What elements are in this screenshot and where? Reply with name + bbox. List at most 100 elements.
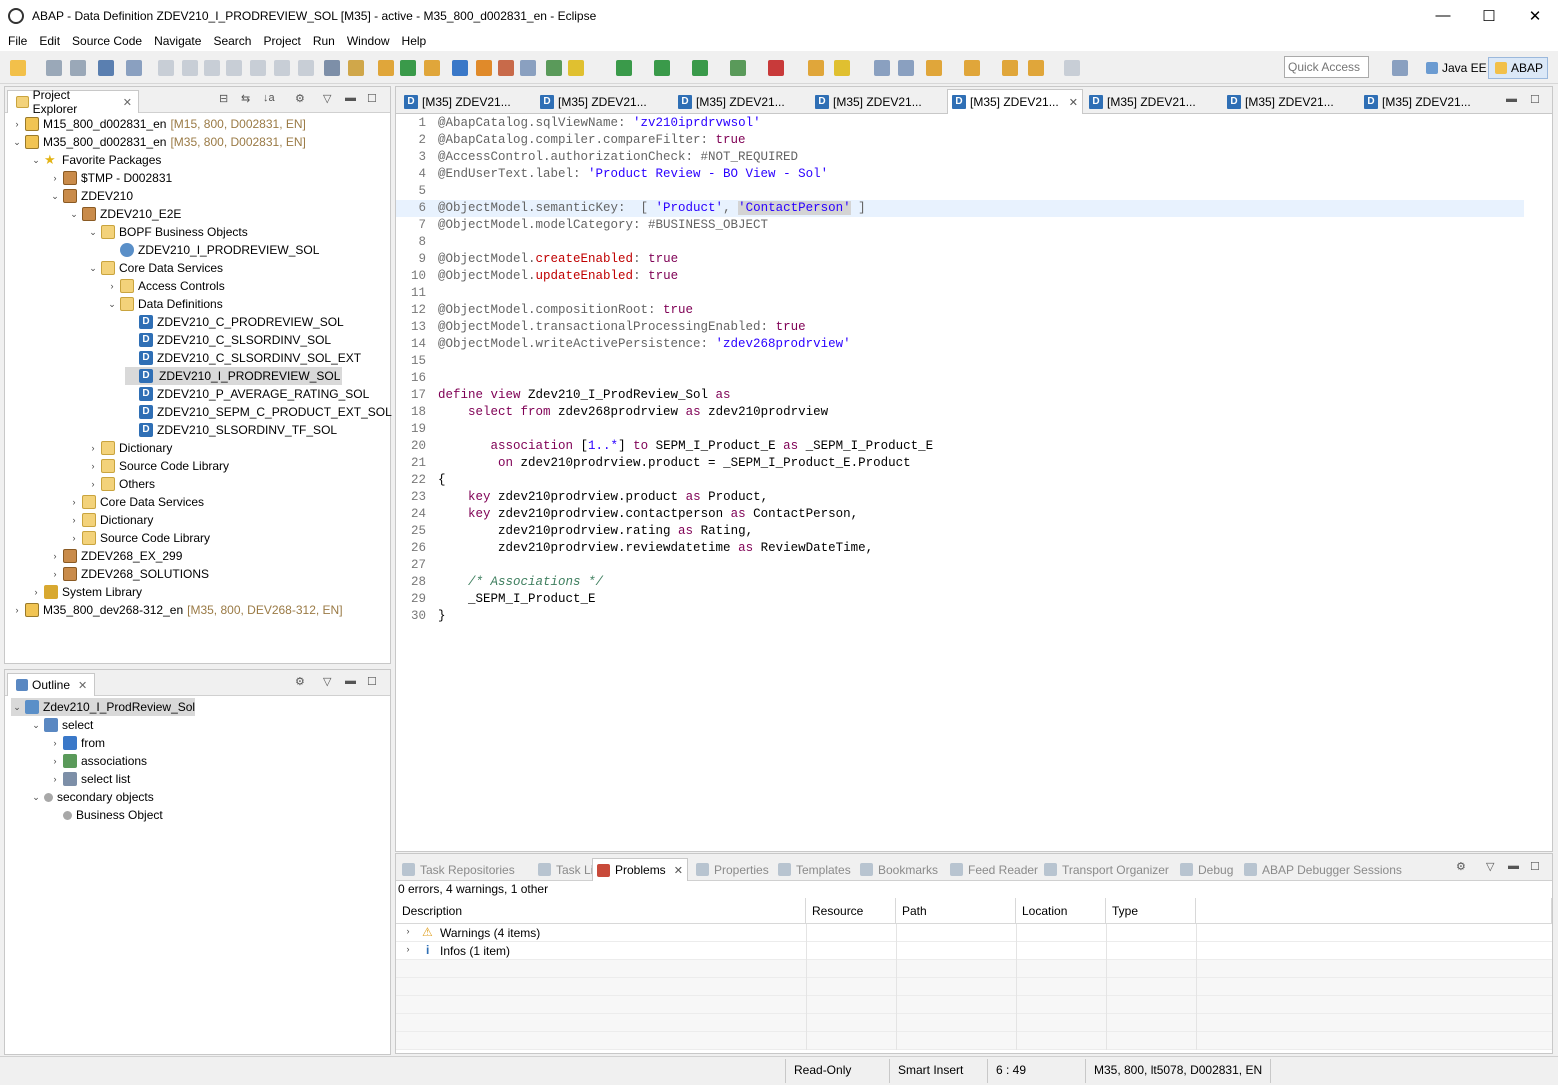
table-column-header[interactable]: Path [896, 898, 1016, 924]
abap-run-icon[interactable] [400, 60, 416, 76]
tools-icon[interactable] [348, 60, 364, 76]
forward-icon[interactable] [1064, 60, 1080, 76]
tree-item[interactable]: ZDEV210_I_PRODREVIEW_SOL [106, 241, 319, 259]
tree-item[interactable]: D ZDEV210_SLSORDINV_TF_SOL [125, 421, 337, 439]
bottom-tab[interactable]: Templates [774, 858, 855, 881]
bottom-tab[interactable]: Bookmarks [856, 858, 942, 881]
chevron-down-icon[interactable]: ▽ [323, 675, 331, 688]
minimize-view-icon[interactable]: ▬ [345, 92, 356, 104]
sort-icon[interactable]: ↓a [263, 92, 275, 104]
chevron-icon[interactable]: ⌄ [30, 720, 42, 731]
chevron-icon[interactable]: › [49, 774, 61, 784]
debug-icon[interactable] [654, 60, 670, 76]
search-icon[interactable] [834, 60, 850, 76]
tree-item[interactable]: › Dictionary [87, 439, 172, 457]
terminal-icon[interactable] [98, 60, 114, 76]
tree-item[interactable]: D ZDEV210_I_PRODREVIEW_SOL [125, 367, 343, 385]
format-icon[interactable] [324, 60, 340, 76]
menu-item[interactable]: Edit [33, 34, 66, 48]
chevron-icon[interactable]: ⌄ [30, 792, 42, 803]
check-icon[interactable] [452, 60, 468, 76]
maximize-button[interactable]: ☐ [1466, 0, 1512, 31]
editor-tab[interactable]: D [M35] ZDEV21... ✕ [947, 89, 1083, 114]
chevron-icon[interactable]: › [11, 605, 23, 615]
highlight-icon[interactable] [568, 60, 584, 76]
code-line[interactable]: 17 define view Zdev210_I_ProdReview_Sol a… [396, 387, 1524, 404]
tree-item[interactable]: D ZDEV210_C_PRODREVIEW_SOL [125, 313, 344, 331]
outline-item[interactable]: ⌄ select [30, 716, 93, 734]
tree-item[interactable]: D ZDEV210_SEPM_C_PRODUCT_EXT_SOL [125, 403, 392, 421]
chevron-icon[interactable]: › [106, 281, 118, 291]
tree-item[interactable]: › ZDEV268_SOLUTIONS [49, 565, 209, 583]
tree-item[interactable]: › Source Code Library [87, 457, 229, 475]
code-line[interactable]: 13 @ObjectModel.transactionalProcessingEn… [396, 319, 1524, 336]
tree-item[interactable]: D ZDEV210_C_SLSORDINV_SOL_EXT [125, 349, 361, 367]
disconnect-icon[interactable] [226, 60, 242, 76]
code-editor[interactable]: 1 @AbapCatalog.sqlViewName: 'zv210iprdrvw… [396, 115, 1524, 835]
tree-item[interactable]: ⌄ Core Data Services [87, 259, 223, 277]
code-line[interactable]: 19 [396, 421, 1524, 438]
run-icon[interactable] [616, 60, 632, 76]
coverage-icon[interactable] [730, 60, 746, 76]
chevron-icon[interactable]: ⌄ [68, 209, 80, 220]
code-line[interactable]: 28 /* Associations */ [396, 574, 1524, 591]
menu-item[interactable]: Project [257, 34, 306, 48]
tree-item[interactable]: › ZDEV268_EX_299 [49, 547, 182, 565]
step-into-icon[interactable] [250, 60, 266, 76]
back-icon[interactable] [1028, 60, 1044, 76]
next-annotation-icon[interactable] [926, 60, 942, 76]
maximize-view-icon[interactable]: ☐ [1530, 93, 1540, 106]
editor-tab[interactable]: D [M35] ZDEV21... [400, 89, 532, 114]
code-line[interactable]: 6 @ObjectModel.semanticKey: [ 'Product', … [396, 200, 1524, 217]
view-menu-icon[interactable]: ⚙ [295, 675, 305, 688]
code-line[interactable]: 9 @ObjectModel.createEnabled: true [396, 251, 1524, 268]
menu-item[interactable]: Navigate [148, 34, 207, 48]
collapse-all-icon[interactable]: ⊟ [219, 92, 228, 105]
transport-icon[interactable] [424, 60, 440, 76]
editor-tab[interactable]: D [M35] ZDEV21... [811, 89, 943, 114]
code-line[interactable]: 14 @ObjectModel.writeActivePersistence: '… [396, 336, 1524, 353]
bottom-tab[interactable]: ABAP Debugger Sessions [1240, 858, 1406, 881]
minimize-view-icon[interactable]: ▬ [345, 675, 356, 687]
table-column-header[interactable]: Location [1016, 898, 1106, 924]
chevron-icon[interactable]: › [87, 479, 99, 489]
chevron-icon[interactable]: ⌄ [30, 155, 42, 166]
chevron-icon[interactable]: › [68, 515, 80, 525]
tree-item[interactable]: D ZDEV210_P_AVERAGE_RATING_SOL [125, 385, 369, 403]
menu-item[interactable]: Window [341, 34, 396, 48]
bottom-tab[interactable]: Properties [692, 858, 773, 881]
minimize-view-icon[interactable]: ▬ [1506, 93, 1517, 105]
bottom-tab[interactable]: Feed Reader [946, 858, 1042, 881]
chevron-icon[interactable]: ⌄ [11, 702, 23, 713]
editor-tab[interactable]: D [M35] ZDEV21... [1223, 89, 1355, 114]
bottom-tab[interactable]: Transport Organizer [1040, 858, 1173, 881]
tree-item[interactable]: ⌄ ZDEV210 [49, 187, 133, 205]
tree-item[interactable]: ⌄ Data Definitions [106, 295, 223, 313]
tab-project-explorer[interactable]: Project Explorer ✕ [7, 88, 139, 116]
perspective-abap-button[interactable]: ABAP [1488, 57, 1549, 79]
outline-item[interactable]: Business Object [49, 806, 163, 824]
tree-item[interactable]: › M15_800_d002831_en [M15, 800, D002831, E… [11, 115, 306, 133]
tree-item[interactable]: › Access Controls [106, 277, 225, 295]
chevron-icon[interactable]: › [49, 569, 61, 579]
save-all-icon[interactable] [70, 60, 86, 76]
chevron-icon[interactable]: ⌄ [106, 299, 118, 310]
code-line[interactable]: 24 key zdev210prodrview.contactperson as… [396, 506, 1524, 523]
code-line[interactable]: 1 @AbapCatalog.sqlViewName: 'zv210iprdrvw… [396, 115, 1524, 132]
bottom-tab[interactable]: Debug [1176, 858, 1237, 881]
chevron-icon[interactable]: › [68, 497, 80, 507]
outline-item[interactable]: ⌄ Zdev210_I_ProdReview_Sol [11, 698, 196, 716]
link-editor-icon[interactable]: ⇆ [241, 92, 250, 105]
editor-tab[interactable]: D [M35] ZDEV21... [536, 89, 668, 114]
code-line[interactable]: 18 select from zdev268prodrview as zdev2… [396, 404, 1524, 421]
code-line[interactable]: 12 @ObjectModel.compositionRoot: true [396, 302, 1524, 319]
bottom-tab[interactable]: Problems ✕ [592, 858, 688, 881]
code-line[interactable]: 21 on zdev210prodrview.product = _SEPM_I… [396, 455, 1524, 472]
chevron-down-icon[interactable]: ▽ [1486, 860, 1494, 873]
prev-annotation-icon[interactable] [964, 60, 980, 76]
bottom-tab[interactable]: Task Repositories [398, 858, 519, 881]
toggle-icon[interactable] [874, 60, 890, 76]
resume-icon[interactable] [158, 60, 174, 76]
paragraph-icon[interactable] [898, 60, 914, 76]
code-line[interactable]: 10 @ObjectModel.updateEnabled: true [396, 268, 1524, 285]
